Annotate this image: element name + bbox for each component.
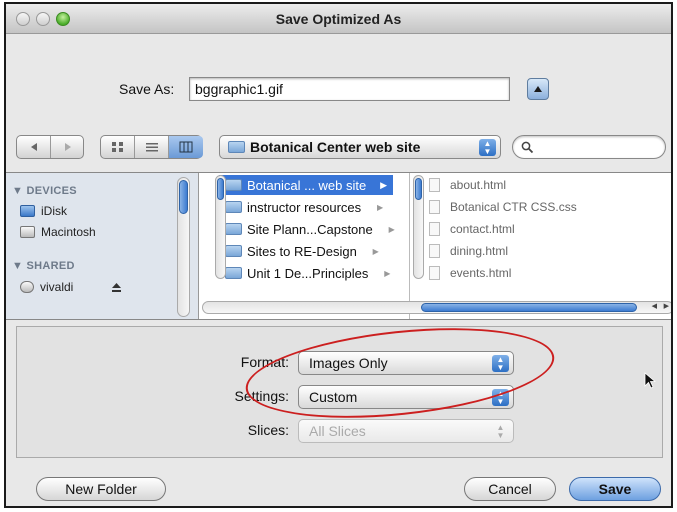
- folder-column-scrollbar[interactable]: [215, 175, 226, 279]
- slices-popup: All Slices ▲ ▼: [298, 419, 514, 443]
- back-forward-control: [16, 135, 84, 159]
- css-file-icon: [429, 200, 440, 214]
- folder-item-botanical[interactable]: Botanical ... web site ▶: [219, 175, 393, 195]
- navigation-toolbar: Botanical Center web site ▲ ▼: [6, 132, 671, 162]
- folder-icon: [225, 179, 242, 191]
- column-view-button[interactable]: [169, 136, 203, 158]
- window-title: Save Optimized As: [275, 11, 402, 27]
- search-input[interactable]: [537, 138, 657, 156]
- popup-arrows-icon: ▲ ▼: [479, 139, 496, 156]
- new-folder-button[interactable]: New Folder: [36, 477, 166, 501]
- chevron-right-icon: ▶: [384, 268, 391, 278]
- file-item[interactable]: dining.html: [429, 241, 508, 261]
- chevron-right-icon: ▶: [372, 246, 379, 256]
- folder-icon: [228, 141, 245, 153]
- settings-label: Settings:: [234, 388, 289, 404]
- horizontal-scroll-thumb[interactable]: [421, 303, 637, 312]
- file-column-scroll-thumb[interactable]: [415, 178, 422, 200]
- file-column-scrollbar[interactable]: [413, 175, 424, 279]
- folder-item-sites-redesign[interactable]: Sites to RE-Design ▶: [225, 241, 379, 261]
- folder-icon: [225, 201, 242, 213]
- html-file-icon: [429, 178, 440, 192]
- folder-icon: [225, 245, 242, 257]
- scroll-left-arrow-icon[interactable]: ◀: [652, 302, 657, 310]
- save-button[interactable]: Save: [569, 477, 661, 501]
- file-item[interactable]: Botanical CTR CSS.css: [429, 197, 577, 217]
- file-item[interactable]: events.html: [429, 263, 511, 283]
- title-bar[interactable]: Save Optimized As: [6, 4, 671, 34]
- triangle-up-icon: [534, 86, 542, 92]
- icon-view-button[interactable]: [101, 136, 135, 158]
- optimization-options-panel: Format: Images Only ▲ ▼ Settings: Custom …: [16, 326, 663, 458]
- columns-icon: [179, 141, 193, 153]
- sidebar-scroll-thumb[interactable]: [179, 180, 188, 214]
- location-popup[interactable]: Botanical Center web site ▲ ▼: [219, 135, 501, 159]
- scroll-right-arrow-icon[interactable]: ▶: [664, 302, 669, 310]
- folder-item-site-plann[interactable]: Site Plann...Capstone ▶: [225, 219, 395, 239]
- hard-drive-icon: [20, 226, 35, 238]
- slices-label: Slices:: [247, 422, 289, 438]
- search-field[interactable]: [512, 135, 666, 159]
- folder-item-instructor[interactable]: instructor resources ▶: [225, 197, 383, 217]
- eject-icon[interactable]: [111, 282, 122, 293]
- format-label: Format:: [240, 354, 289, 370]
- html-file-icon: [429, 222, 440, 236]
- save-as-row: Save As: bggraphic1.gif: [6, 77, 671, 103]
- popup-arrows-icon: ▲ ▼: [492, 355, 509, 372]
- forward-button[interactable]: [51, 136, 85, 158]
- back-arrow-icon: [30, 143, 37, 151]
- save-as-filename-input[interactable]: bggraphic1.gif: [189, 77, 510, 101]
- sidebar-item-idisk[interactable]: iDisk: [20, 204, 67, 218]
- chevron-right-icon: ▶: [377, 202, 384, 212]
- forward-arrow-icon: [65, 143, 71, 151]
- file-item[interactable]: about.html: [429, 175, 506, 195]
- settings-popup[interactable]: Custom ▲ ▼: [298, 385, 514, 409]
- format-popup[interactable]: Images Only ▲ ▼: [298, 351, 514, 375]
- sidebar-item-macintosh[interactable]: Macintosh: [20, 225, 96, 239]
- cancel-button[interactable]: Cancel: [464, 477, 556, 501]
- network-share-icon: [20, 281, 34, 293]
- list-icon: [145, 143, 158, 152]
- sidebar-item-vivaldi[interactable]: vivaldi: [20, 280, 122, 294]
- icon-grid-icon: [111, 142, 123, 152]
- html-file-icon: [429, 244, 440, 258]
- view-mode-control: [100, 135, 203, 159]
- collapse-dialog-button[interactable]: [527, 78, 549, 100]
- folder-column-scroll-thumb[interactable]: [217, 178, 224, 200]
- idisk-icon: [20, 205, 35, 217]
- sidebar-shared-header: ▼ SHARED: [12, 260, 75, 272]
- save-as-label: Save As:: [119, 81, 175, 97]
- folder-column: Botanical ... web site ▶ instructor reso…: [215, 173, 410, 319]
- chevron-right-icon: ▶: [388, 224, 395, 234]
- browser-horizontal-scrollbar[interactable]: ◀ ▶: [202, 301, 671, 314]
- popup-arrows-icon: ▲ ▼: [496, 423, 505, 440]
- popup-arrows-icon: ▲ ▼: [492, 389, 509, 406]
- file-item[interactable]: contact.html: [429, 219, 515, 239]
- sidebar: ▼ DEVICES iDisk Macintosh ▼ SHARED vival…: [6, 173, 199, 319]
- location-popup-label: Botanical Center web site: [250, 139, 421, 155]
- file-column: about.html Botanical CTR CSS.css contact…: [411, 173, 671, 319]
- folder-item-unit1[interactable]: Unit 1 De...Principles ▶: [225, 263, 390, 283]
- html-file-icon: [429, 266, 440, 280]
- sidebar-scrollbar[interactable]: [177, 177, 190, 317]
- folder-icon: [225, 223, 242, 235]
- search-icon: [521, 141, 534, 154]
- list-view-button[interactable]: [135, 136, 169, 158]
- file-browser: ▼ DEVICES iDisk Macintosh ▼ SHARED vival…: [6, 172, 671, 320]
- sidebar-devices-header: ▼ DEVICES: [12, 185, 77, 197]
- mouse-pointer-icon: [644, 372, 656, 389]
- save-dialog-window: Save Optimized As Save As: bggraphic1.gi…: [4, 2, 673, 508]
- folder-icon: [225, 267, 242, 279]
- chevron-right-icon: ▶: [380, 179, 387, 190]
- back-button[interactable]: [17, 136, 51, 158]
